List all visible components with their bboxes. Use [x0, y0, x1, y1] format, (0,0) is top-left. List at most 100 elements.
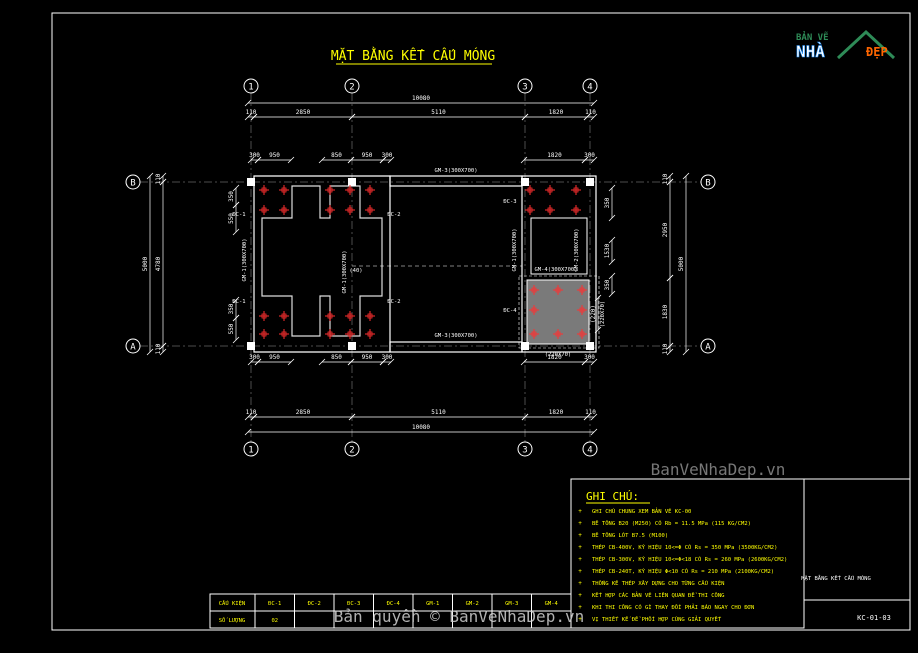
column-marker [521, 178, 529, 186]
cad-drawing-canvas: MẶT BẰNG KẾT CẤU MÓNG BẢN VẼ NHÀ ĐẸP 1 1 2… [0, 0, 918, 649]
note-item: VỊ THIẾT KẾ ĐỂ PHỐI HỢP CÙNG GIẢI QUYẾT [592, 615, 722, 623]
label-gm3-bottom: GM-3(300X700) [434, 333, 477, 339]
note-bullet: + [578, 508, 582, 515]
dim-text: 1820 [549, 409, 564, 416]
axis-label: B [705, 179, 710, 189]
label-gm2: GM-2(300X700) [574, 228, 580, 271]
note-item: GHI CHÚ CHUNG XEM BẢN VẼ KC-00 [592, 507, 691, 515]
note-item: KẾT HỢP CÁC BẢN VẼ LIÊN QUAN ĐỂ THI CÔNG [592, 591, 724, 599]
notes-heading: GHI CHÚ: [586, 490, 639, 503]
dim-text: 1820 [547, 152, 562, 159]
dim-text: 2850 [296, 409, 311, 416]
dim-text: 950 [362, 354, 373, 361]
column-marker [348, 178, 356, 186]
column-marker [521, 342, 529, 350]
dim-text: 550 [228, 323, 235, 334]
label-dc1-top: ĐC-1 [232, 212, 245, 218]
column-marker [247, 342, 255, 350]
dim-left-inner: 4780 [155, 256, 162, 271]
dim-text: 300 [249, 152, 260, 159]
beam-gm3-bottom [389, 341, 523, 353]
dim-text: 300 [249, 354, 260, 361]
note-bullet: + [578, 544, 582, 551]
dim-text: 350 [604, 279, 611, 290]
dim-text: 350 [604, 197, 611, 208]
axis-label: 1 [248, 83, 253, 93]
label-gm1-mid: GM-1(300X700) [342, 250, 348, 293]
foundation-beams [247, 175, 600, 353]
label-mid-note: (40) [349, 268, 362, 274]
dim-text: 110 [246, 409, 257, 416]
dim-text: 850 [331, 152, 342, 159]
note-bullet: + [578, 532, 582, 539]
dim-text: 110 [585, 109, 596, 116]
note-bullet: + [578, 592, 582, 599]
notes-box: GHI CHÚ: + GHI CHÚ CHUNG XEM BẢN VẼ KC-00… [570, 478, 805, 629]
dim-text: 1820 [549, 109, 564, 116]
table-header-cell: ĐC-2 [308, 601, 321, 607]
dim-text: 110 [155, 343, 162, 354]
label-gm4: GM-4(300X700) [534, 267, 577, 273]
axis-label: A [705, 343, 711, 353]
dim-text: 950 [362, 152, 373, 159]
note-bullet: + [578, 520, 582, 527]
dim-text: 300 [584, 354, 595, 361]
dim-text: 2850 [296, 109, 311, 116]
label-gm1-right: GM-1(300X700) [512, 228, 518, 271]
sheet-name: MẶT BẰNG KẾT CẤU MÓNG [801, 574, 871, 582]
dim-text: 110 [585, 409, 596, 416]
dim-text: 5110 [431, 409, 446, 416]
table-row2-label: SỐ LƯỢNG [219, 617, 246, 624]
dim-text: 300 [382, 152, 393, 159]
axis-label: B [130, 179, 135, 189]
label-dc2-top: ĐC-2 [387, 212, 400, 218]
dim-top-total: 10080 [412, 95, 430, 102]
logo-nha: NHÀ [796, 42, 825, 61]
note-item: BÊ TÔNG LÓT B7.5 (M100) [592, 531, 668, 539]
label-dc2-bottom: ĐC-2 [387, 299, 400, 305]
dim-text: 950 [269, 152, 280, 159]
dimension-lines: 10080 2850 5110 1820 110 110 2850 5110 1820 110 11… [142, 95, 690, 436]
note-item: THỐNG KÊ THÉP XÂY DỰNG CHO TỪNG CẤU KIỆN [592, 579, 724, 587]
dim-text: 2950 [662, 222, 669, 237]
label-dc4: ĐC-4 [503, 308, 517, 314]
dim-text: 300 [584, 152, 595, 159]
watermark-site: BanVeNhaDep.vn [651, 460, 786, 479]
axis-label: 4 [587, 446, 592, 456]
dim-text: 110 [662, 343, 669, 354]
dim-text: 110 [662, 173, 669, 184]
axis-label: A [130, 343, 136, 353]
axis-label: 1 [248, 446, 253, 456]
copyright-watermark: Bản quyền © BanVeNhaDep.vn [334, 607, 584, 626]
note-bullet: + [578, 568, 582, 575]
dim-text: 1530 [604, 243, 611, 258]
sheet-code: KC-01-03 [857, 614, 891, 622]
axis-label: 3 [522, 83, 527, 93]
dim-text: 850 [331, 354, 342, 361]
table-row1-label: CẤU KIỆN [219, 599, 246, 607]
column-marker [586, 342, 594, 350]
brand-logo: BẢN VẼ NHÀ ĐẸP [796, 29, 896, 61]
dim-text: 950 [269, 354, 280, 361]
label-gm2-bottom: (220X70) [545, 352, 572, 358]
column-marker [586, 178, 594, 186]
note-item: THÉP CB-240T, KÝ HIỆU Φ<10 CÓ Rs = 210 M… [592, 567, 774, 575]
dim-left-total: 5000 [142, 256, 149, 271]
axis-label: 2 [349, 446, 354, 456]
label-gm2-side: (220X70) [600, 301, 606, 328]
title-block: MẶT BẰNG KẾT CẤU MÓNG KC-01-03 [801, 478, 910, 622]
table-count-cell: 02 [271, 618, 278, 624]
axis-label: 3 [522, 446, 527, 456]
note-bullet: + [578, 580, 582, 587]
drawing-title: MẶT BẰNG KẾT CẤU MÓNG [331, 47, 496, 64]
label-dc1-bottom: ĐC-1 [232, 299, 245, 305]
table-header-cell: ĐC-1 [268, 601, 281, 607]
note-bullet: + [578, 556, 582, 563]
note-item: KHI THI CÔNG CÓ GÌ THAY ĐỔI PHẢI BÁO NGA… [592, 603, 754, 611]
dim-text: 350 [228, 191, 235, 202]
column-marker [247, 178, 255, 186]
label-gm3-top: GM-3(300X700) [434, 168, 477, 174]
note-item: BÊ TÔNG B20 (M250) CÓ Rb = 11.5 MPa (115… [592, 519, 751, 527]
dim-text: 1830 [662, 304, 669, 319]
dim-text: 300 [382, 354, 393, 361]
